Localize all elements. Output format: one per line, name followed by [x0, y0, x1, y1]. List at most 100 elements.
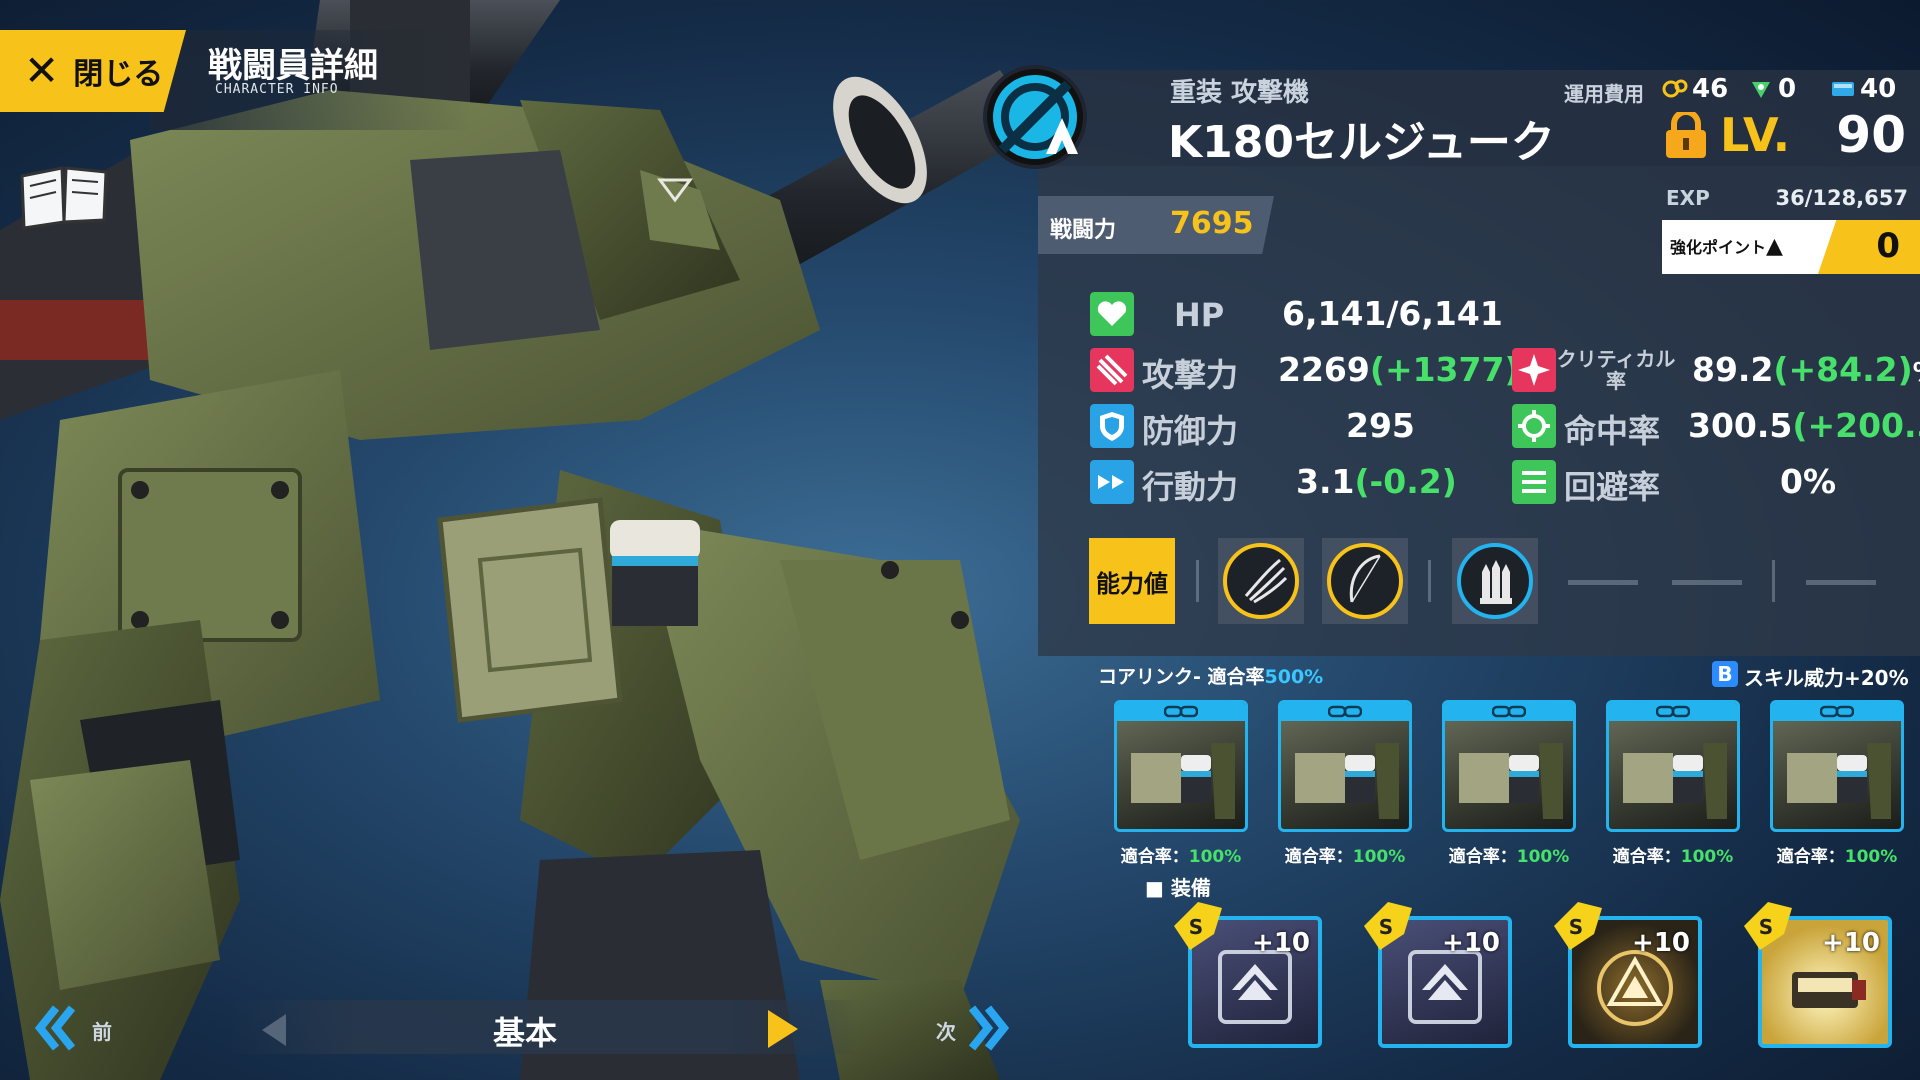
- missile-skill-icon: [1457, 543, 1533, 619]
- ability-button[interactable]: 能力値: [1089, 538, 1175, 624]
- close-label: 閉じる: [73, 57, 164, 92]
- power-cost-value: 40: [1860, 74, 1897, 104]
- core-link-card-1[interactable]: [1114, 700, 1248, 832]
- link-chain-icon: [1656, 705, 1690, 718]
- hp-label: HP: [1174, 296, 1225, 334]
- parts-cost: 46: [1662, 74, 1728, 104]
- accuracy-bonus: (+200.5): [1792, 406, 1920, 445]
- attack-bonus: (+1377): [1369, 350, 1520, 389]
- skill-slot-2[interactable]: [1322, 538, 1408, 624]
- core-link-card-5[interactable]: [1770, 700, 1904, 832]
- ability-label: 能力値: [1096, 569, 1168, 598]
- critical-label: クリティカル 率: [1554, 348, 1678, 392]
- parts-icon: [1662, 79, 1688, 98]
- hp-value: 6,141/6,141: [1282, 294, 1503, 333]
- nutrient-cost-value: 0: [1778, 74, 1797, 104]
- equipment-enhance-level: +10: [1442, 928, 1500, 958]
- accuracy-label: 命中率: [1564, 412, 1661, 450]
- close-button[interactable]: ✕ 閉じる: [0, 30, 186, 112]
- skill-slot-1[interactable]: [1218, 538, 1304, 624]
- equipment-slot-2[interactable]: S +10: [1364, 902, 1512, 1048]
- link-chain-icon: [1328, 705, 1362, 718]
- link-chain-icon: [1820, 705, 1854, 718]
- level-label: LV.: [1720, 108, 1791, 162]
- equipment-enhance-level: +10: [1822, 928, 1880, 958]
- core-link-card-2[interactable]: [1278, 700, 1412, 832]
- rate-label: 適合率：: [1120, 847, 1189, 867]
- skill-divider: [1772, 560, 1775, 602]
- critical-label-line1: クリティカル: [1556, 347, 1676, 371]
- equipment-slot-4[interactable]: S +10: [1744, 902, 1892, 1048]
- attack-icon: [1090, 348, 1134, 392]
- rate-label: 適合率：: [1776, 847, 1845, 867]
- mode-label: 基本: [492, 1014, 557, 1052]
- enhance-points-text: 強化ポイント: [1670, 238, 1767, 257]
- mech-part-thumbnail: [1623, 743, 1727, 819]
- mode-prev-arrow-icon[interactable]: [258, 1012, 290, 1048]
- next-unit-button[interactable]: [960, 1000, 1020, 1056]
- exp-label: EXP: [1666, 186, 1710, 210]
- core-link-label: コアリンク- 適合率500%: [1098, 662, 1323, 689]
- skill-divider: [1428, 560, 1431, 602]
- lock-icon[interactable]: [1664, 112, 1708, 160]
- rate-value: 100%: [1516, 847, 1570, 867]
- power-cost: 40: [1830, 74, 1896, 104]
- rate-label: 適合率：: [1448, 847, 1517, 867]
- mech-part-thumbnail: [1295, 743, 1399, 819]
- critical-icon: [1512, 348, 1556, 392]
- equipment-slot-1[interactable]: S +10: [1174, 902, 1322, 1048]
- core-link-text: コアリンク- 適合率: [1098, 666, 1265, 688]
- mech-artwork: [0, 0, 1040, 1080]
- mech-part-thumbnail: [1787, 743, 1891, 819]
- critical-unit: %: [1913, 358, 1920, 388]
- core-link-card-4[interactable]: [1606, 700, 1740, 832]
- core-link-rate: 500%: [1264, 666, 1324, 688]
- mode-next-arrow-icon[interactable]: [764, 1008, 800, 1050]
- exp-value: 36/128,657: [1775, 186, 1908, 210]
- bonus-grade-badge: B: [1712, 661, 1738, 687]
- combat-power-value: 7695: [1170, 206, 1254, 241]
- speed-icon: [1090, 460, 1134, 504]
- unit-class: 重装 攻撃機: [1170, 78, 1310, 108]
- parts-cost-value: 46: [1692, 74, 1729, 104]
- core-link-rate-2: 適合率：100%: [1275, 842, 1415, 867]
- skill-slot-3[interactable]: [1452, 538, 1538, 624]
- previous-unit-button[interactable]: [34, 1000, 134, 1056]
- mech-part-thumbnail: [1131, 743, 1235, 819]
- enhance-points-label: 強化ポイント▲: [1670, 234, 1783, 259]
- link-chain-icon: [1492, 705, 1526, 718]
- empty-skill-slot: [1806, 580, 1876, 585]
- defense-label: 防御力: [1142, 412, 1239, 450]
- equipment-enhance-level: +10: [1252, 928, 1310, 958]
- core-link-card-3[interactable]: [1442, 700, 1576, 832]
- empty-skill-slot: [1568, 580, 1638, 585]
- core-link-rate-5: 適合率：100%: [1767, 842, 1907, 867]
- previous-label: 前: [92, 1020, 112, 1044]
- operating-cost-label: 運用費用: [1564, 82, 1644, 106]
- rate-label: 適合率：: [1612, 847, 1681, 867]
- mech-part-thumbnail: [1459, 743, 1563, 819]
- rate-value: 100%: [1352, 847, 1406, 867]
- close-icon: ✕: [24, 46, 60, 95]
- core-link-rate-4: 適合率：100%: [1603, 842, 1743, 867]
- speed-bonus: (-0.2): [1354, 462, 1457, 501]
- skill-divider: [1196, 560, 1199, 602]
- attack-label: 攻撃力: [1142, 356, 1239, 394]
- rate-label: 適合率：: [1284, 847, 1353, 867]
- class-emblem-icon: [983, 65, 1087, 169]
- evasion-value: 0%: [1780, 462, 1837, 501]
- bow-skill-icon: [1327, 543, 1403, 619]
- book-icon[interactable]: [14, 158, 114, 232]
- critical-value: 89.2(+84.2)%: [1692, 350, 1920, 389]
- attack-value: 2269(+1377): [1278, 350, 1520, 389]
- speed-value: 3.1(-0.2): [1296, 462, 1457, 501]
- page-title: 戦闘員詳細: [208, 46, 378, 86]
- speed-base: 3.1: [1296, 462, 1355, 501]
- critical-label-line2: 率: [1606, 369, 1626, 393]
- rate-value: 100%: [1844, 847, 1898, 867]
- link-chain-icon: [1164, 705, 1198, 718]
- equipment-slot-3[interactable]: S +10: [1554, 902, 1702, 1048]
- level-value: 90: [1836, 106, 1906, 164]
- power-icon: [1832, 82, 1854, 96]
- claw-skill-icon: [1223, 543, 1299, 619]
